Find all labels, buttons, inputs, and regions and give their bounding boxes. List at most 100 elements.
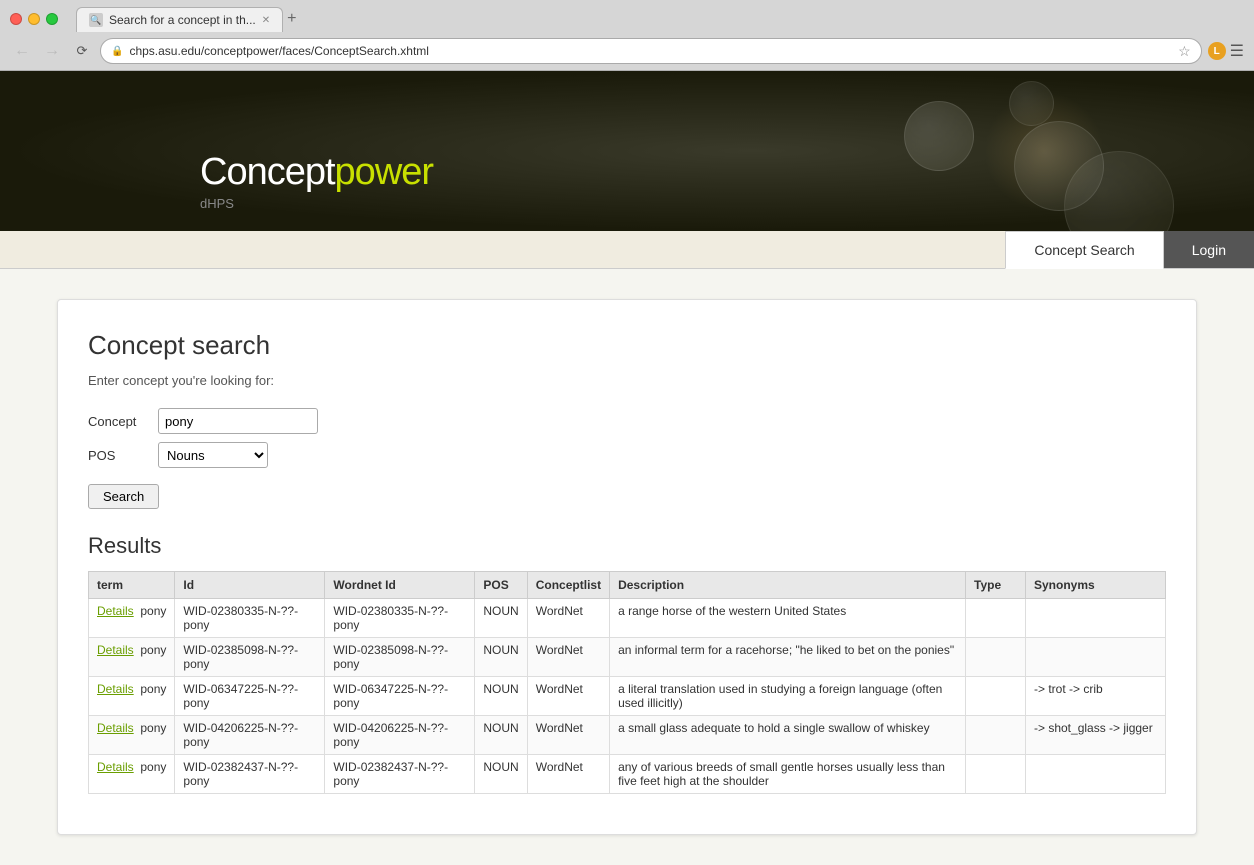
logo-power: power [335,151,434,193]
details-link[interactable]: Details [97,760,134,774]
cell-conceptlist: WordNet [527,755,609,794]
cell-type [966,755,1026,794]
site-header: Conceptpower dHPS [0,71,1254,231]
cell-pos: NOUN [475,599,527,638]
cell-wordnet-id: WID-02382437-N-??-pony [325,755,475,794]
cell-type [966,599,1026,638]
cell-synonyms [1026,638,1166,677]
table-header: term Id Wordnet Id POS Conceptlist Descr… [89,572,1166,599]
cell-term: pony [140,643,166,657]
cell-details: Details pony [89,716,175,755]
details-link[interactable]: Details [97,604,134,618]
concept-input[interactable] [158,408,318,434]
col-header-description: Description [610,572,966,599]
details-link[interactable]: Details [97,721,134,735]
cell-synonyms: -> shot_glass -> jigger [1026,716,1166,755]
cell-conceptlist: WordNet [527,599,609,638]
bookmark-icon[interactable]: ☆ [1178,43,1191,60]
maximize-button[interactable] [46,13,58,25]
cell-description: an informal term for a racehorse; "he li… [610,638,966,677]
table-row: Details pony WID-02385098-N-??-pony WID-… [89,638,1166,677]
tab-concept-search[interactable]: Concept Search [1005,231,1163,269]
profile-icon[interactable]: L [1208,42,1226,60]
title-bar: 🔍 Search for a concept in th... ✕ + [0,0,1254,32]
cell-pos: NOUN [475,755,527,794]
browser-chrome: 🔍 Search for a concept in th... ✕ + ← → … [0,0,1254,71]
cell-details: Details pony [89,677,175,716]
pos-label: POS [88,448,148,463]
cell-id: WID-06347225-N-??-pony [175,677,325,716]
bubble-2 [1009,81,1054,126]
tab-close-icon[interactable]: ✕ [262,15,270,26]
cell-details: Details pony [89,599,175,638]
cell-wordnet-id: WID-04206225-N-??-pony [325,716,475,755]
cell-synonyms [1026,599,1166,638]
col-header-conceptlist: Conceptlist [527,572,609,599]
close-button[interactable] [10,13,22,25]
window-controls [10,13,58,25]
pos-select[interactable]: Nouns Verbs Adjectives Adverbs [158,442,268,468]
new-tab-button[interactable]: + [283,6,300,32]
col-header-synonyms: Synonyms [1026,572,1166,599]
cell-wordnet-id: WID-02385098-N-??-pony [325,638,475,677]
cell-synonyms: -> trot -> crib [1026,677,1166,716]
col-header-type: Type [966,572,1026,599]
table-row: Details pony WID-02382437-N-??-pony WID-… [89,755,1166,794]
cell-id: WID-04206225-N-??-pony [175,716,325,755]
results-title: Results [88,533,1166,559]
col-header-term: term [89,572,175,599]
bubble-1 [904,101,974,171]
cell-synonyms [1026,755,1166,794]
results-table: term Id Wordnet Id POS Conceptlist Descr… [88,571,1166,794]
cell-description: a small glass adequate to hold a single … [610,716,966,755]
main-content: Concept search Enter concept you're look… [0,269,1254,865]
concept-label: Concept [88,414,148,429]
logo-sub: dHPS [200,196,433,211]
cell-conceptlist: WordNet [527,638,609,677]
hamburger-menu-icon[interactable]: ☰ [1230,41,1244,61]
browser-tab[interactable]: 🔍 Search for a concept in th... ✕ [76,7,283,32]
pos-row: POS Nouns Verbs Adjectives Adverbs [88,442,1166,468]
cell-details: Details pony [89,638,175,677]
cell-type [966,716,1026,755]
cell-description: a literal translation used in studying a… [610,677,966,716]
cell-term: pony [140,604,166,618]
site-logo: Conceptpower [200,151,433,194]
cell-type [966,677,1026,716]
details-link[interactable]: Details [97,682,134,696]
forward-button[interactable]: → [40,39,64,63]
cell-type [966,638,1026,677]
cell-wordnet-id: WID-02380335-N-??-pony [325,599,475,638]
search-button[interactable]: Search [88,484,159,509]
tab-bar: 🔍 Search for a concept in th... ✕ + [76,6,300,32]
col-header-id: Id [175,572,325,599]
cell-pos: NOUN [475,638,527,677]
back-button[interactable]: ← [10,39,34,63]
header-content: Conceptpower dHPS [0,151,433,231]
table-row: Details pony WID-04206225-N-??-pony WID-… [89,716,1166,755]
tab-favicon: 🔍 [89,13,103,27]
url-bar[interactable]: 🔒 chps.asu.edu/conceptpower/faces/Concep… [100,38,1202,64]
cell-id: WID-02385098-N-??-pony [175,638,325,677]
logo-concept: Concept [200,151,335,193]
cell-details: Details pony [89,755,175,794]
minimize-button[interactable] [28,13,40,25]
cell-pos: NOUN [475,716,527,755]
cell-term: pony [140,760,166,774]
tab-login[interactable]: Login [1164,231,1254,268]
cell-id: WID-02382437-N-??-pony [175,755,325,794]
lock-icon: 🔒 [111,46,123,57]
cell-description: a range horse of the western United Stat… [610,599,966,638]
cell-term: pony [140,721,166,735]
cell-wordnet-id: WID-06347225-N-??-pony [325,677,475,716]
reload-button[interactable]: ⟳ [70,39,94,63]
concept-row: Concept [88,408,1166,434]
table-row: Details pony WID-06347225-N-??-pony WID-… [89,677,1166,716]
cell-conceptlist: WordNet [527,716,609,755]
table-row: Details pony WID-02380335-N-??-pony WID-… [89,599,1166,638]
url-text: chps.asu.edu/conceptpower/faces/ConceptS… [129,44,1172,58]
cell-id: WID-02380335-N-??-pony [175,599,325,638]
cell-term: pony [140,682,166,696]
details-link[interactable]: Details [97,643,134,657]
page-title: Concept search [88,330,1166,361]
